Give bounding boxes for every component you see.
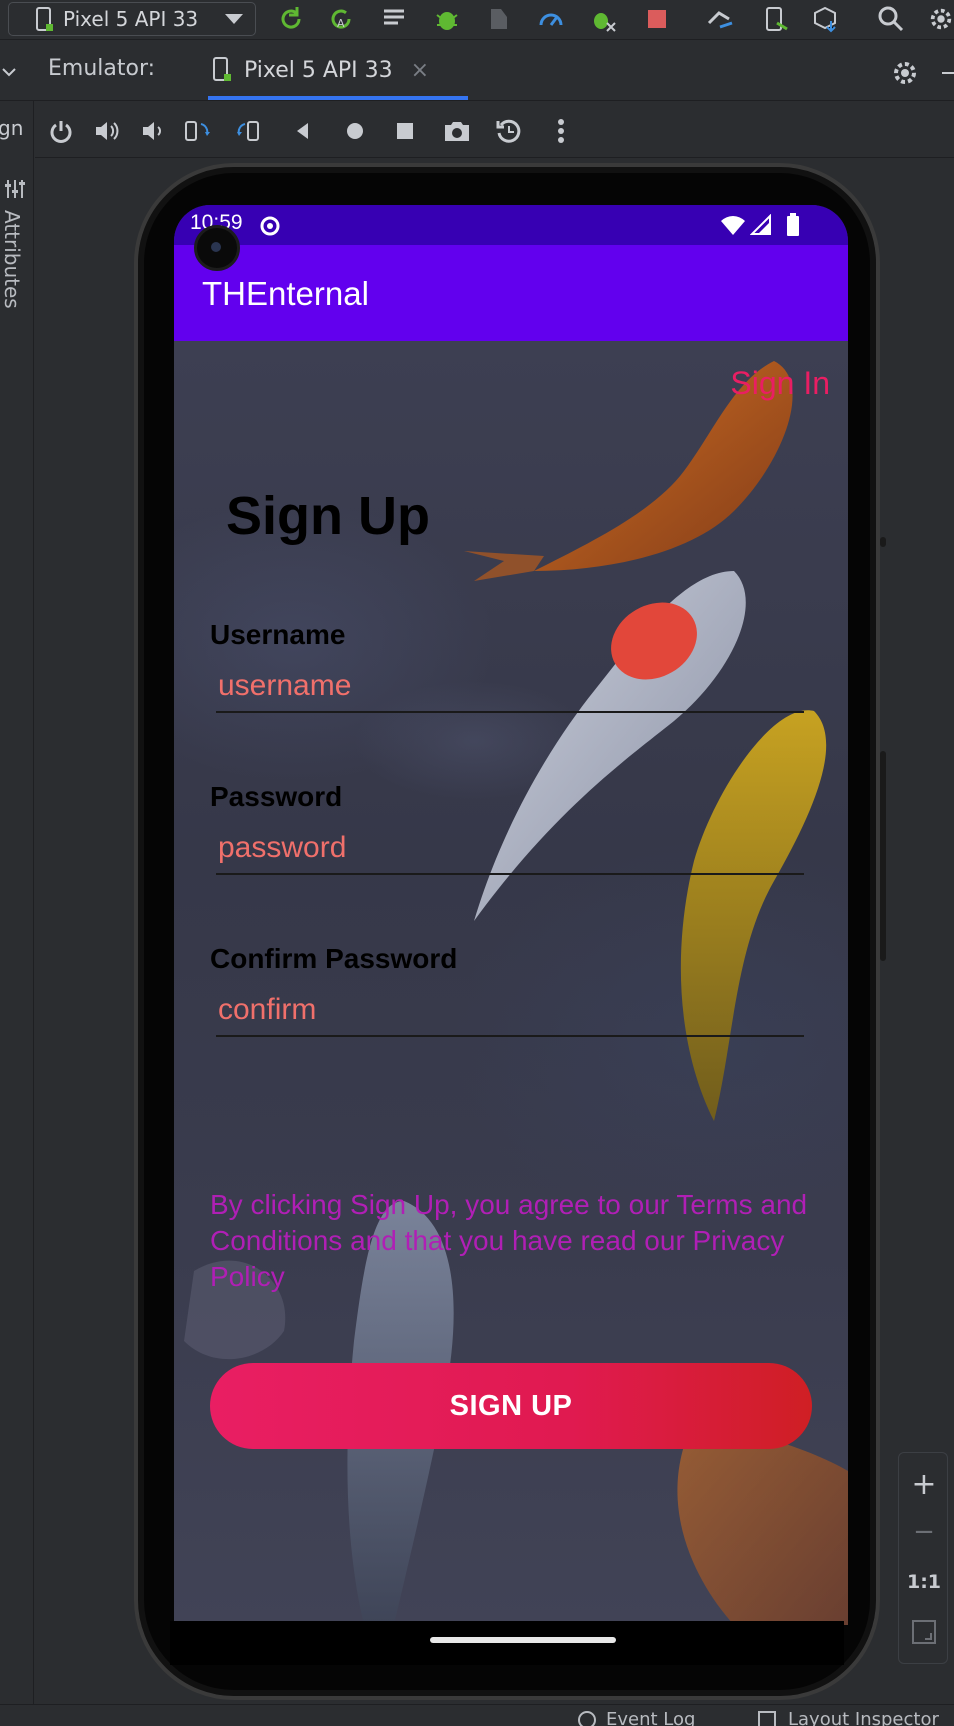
ide-bottom-bar: Event Log Layout Inspector (0, 1704, 954, 1726)
phone-side-button-upper (880, 537, 886, 547)
status-bar: 10:59 (174, 205, 848, 245)
volume-down-icon[interactable] (138, 116, 168, 146)
attributes-icon[interactable] (2, 176, 28, 202)
device-selector[interactable]: Pixel 5 API 33 (8, 2, 256, 36)
overview-icon[interactable] (390, 116, 420, 146)
sdk-manager-icon[interactable] (810, 4, 840, 34)
debug-icon[interactable] (432, 4, 462, 34)
password-input[interactable] (216, 823, 804, 875)
signal-icon (750, 214, 771, 235)
chevron-down-icon (225, 14, 243, 24)
svg-text:A: A (337, 17, 345, 30)
device-selector-label: Pixel 5 API 33 (63, 7, 199, 31)
collapse-chevron-icon[interactable] (0, 60, 18, 84)
sync-icon[interactable] (380, 4, 410, 34)
gesture-handle[interactable] (430, 1637, 616, 1643)
sign-in-link[interactable]: Sign In (730, 365, 830, 402)
page-title: Sign Up (226, 486, 430, 546)
zoom-actual-size-button[interactable]: 1:1 (899, 1571, 949, 1593)
phone-frame: 10:59 THEnternal Sign In Sign Up Usernam… (134, 163, 886, 1700)
ide-toolbar: Pixel 5 API 33 A (0, 0, 954, 40)
apply-changes-icon[interactable]: A (326, 4, 356, 34)
avd-manager-icon[interactable] (760, 4, 790, 34)
rerun-icon[interactable] (276, 4, 306, 34)
screenshot-icon[interactable] (440, 116, 474, 146)
home-icon[interactable] (340, 116, 370, 146)
device-manager-icon[interactable] (706, 4, 736, 34)
username-label: Username (210, 619, 346, 650)
zoom-controls: + − 1:1 (898, 1452, 948, 1664)
sign-up-button[interactable]: SIGN UP (210, 1363, 812, 1449)
device-icon (36, 7, 53, 31)
confirm-password-input[interactable] (216, 985, 804, 1037)
close-icon[interactable]: × (411, 58, 429, 83)
minimize-icon[interactable] (940, 58, 954, 88)
app-bar: THEnternal (174, 245, 848, 341)
confirm-password-label: Confirm Password (210, 943, 458, 974)
rotate-left-icon[interactable] (182, 116, 216, 146)
side-panel-label: gn (0, 116, 24, 140)
zoom-in-button[interactable]: + (899, 1467, 949, 1502)
back-icon[interactable] (288, 116, 318, 146)
emulator-label: Emulator: (48, 56, 156, 81)
emulator-settings-icon[interactable] (890, 58, 920, 88)
app-title: THEnternal (202, 275, 369, 312)
stop-icon[interactable] (642, 4, 672, 34)
more-icon[interactable] (548, 116, 574, 146)
volume-up-icon[interactable] (92, 116, 122, 146)
power-icon[interactable] (46, 116, 76, 146)
username-input[interactable] (216, 661, 804, 713)
password-label: Password (210, 781, 343, 812)
wifi-icon (721, 216, 745, 235)
rotate-right-icon[interactable] (232, 116, 266, 146)
snapshot-icon[interactable] (494, 116, 524, 146)
device-tab-icon (213, 57, 231, 81)
settings-icon[interactable] (928, 4, 954, 34)
battery-icon (787, 213, 799, 236)
search-icon[interactable] (876, 4, 906, 34)
terms-text: By clicking Sign Up, you agree to our Te… (210, 1189, 808, 1292)
device-screen: 10:59 THEnternal Sign In Sign Up Usernam… (174, 205, 848, 1625)
front-camera (194, 225, 240, 271)
profiler-icon[interactable] (536, 4, 566, 34)
notification-icon (260, 216, 280, 236)
layout-inspector-button[interactable]: Layout Inspector (788, 1709, 939, 1726)
attach-debugger-icon[interactable] (484, 4, 514, 34)
emulator-tab-label: Pixel 5 API 33 (244, 57, 393, 83)
phone-side-button-volume (880, 751, 886, 961)
signup-screen: Sign In Sign Up Username Password Confir… (174, 341, 848, 1625)
stop-debug-icon[interactable] (588, 4, 618, 34)
tab-pixel-5-api-33[interactable]: Pixel 5 API 33 × (208, 44, 468, 100)
layout-inspector-icon (758, 1711, 776, 1726)
navigation-bar (170, 1621, 844, 1665)
fit-screen-icon[interactable] (899, 1619, 949, 1649)
zoom-out-button[interactable]: − (899, 1517, 949, 1547)
attributes-panel-label[interactable]: Attributes (0, 210, 24, 309)
event-log-icon (578, 1711, 596, 1726)
event-log-button[interactable]: Event Log (606, 1709, 695, 1726)
